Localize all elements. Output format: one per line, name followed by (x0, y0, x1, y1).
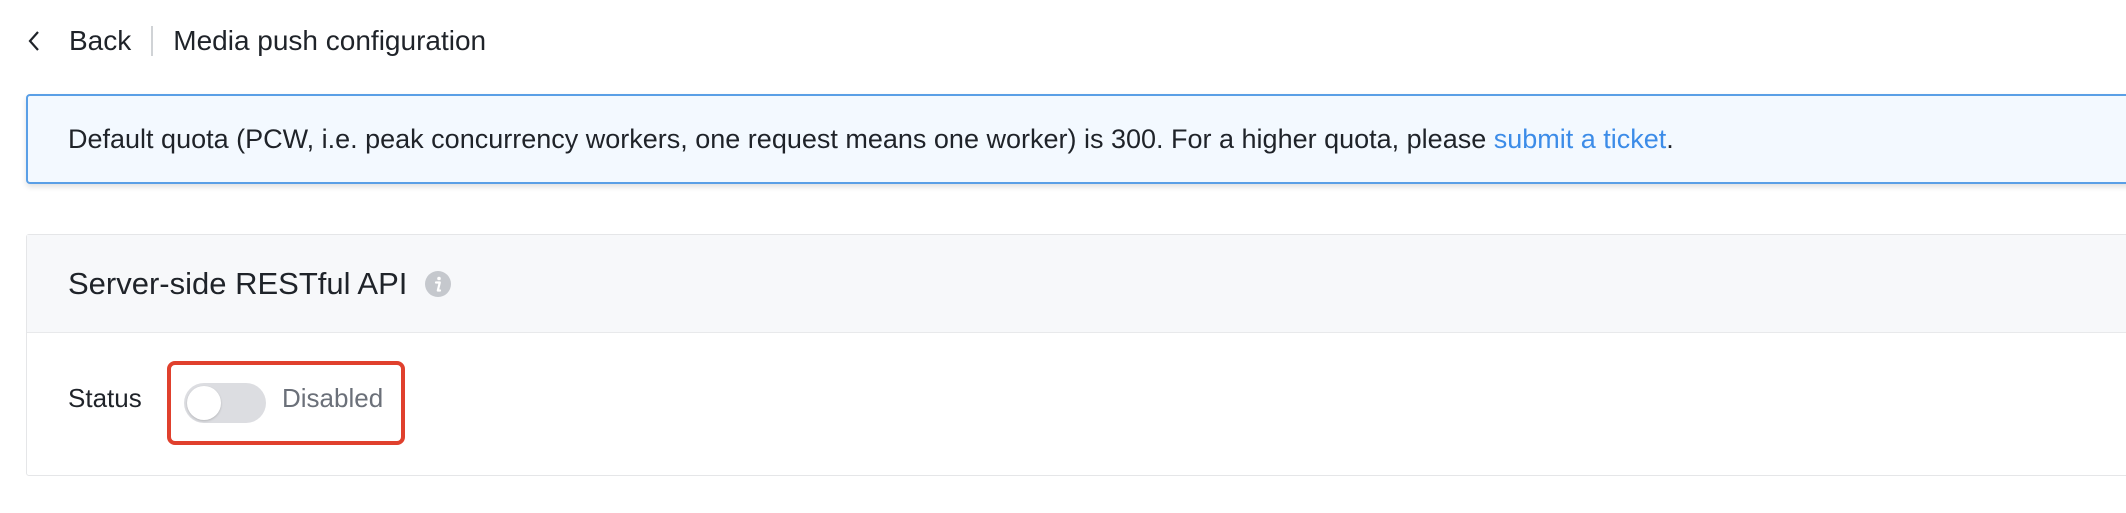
header-divider (151, 26, 154, 56)
info-icon[interactable] (425, 270, 452, 297)
notice-suffix: . (1666, 123, 1674, 154)
panel-title: Server-side RESTful API (68, 265, 408, 301)
page-title: Media push configuration (173, 25, 487, 56)
quota-notice: Default quota (PCW, i.e. peak concurrenc… (26, 94, 2126, 184)
notice-text: Default quota (PCW, i.e. peak concurrenc… (68, 124, 1674, 155)
notice-message: Default quota (PCW, i.e. peak concurrenc… (68, 123, 1494, 154)
page-header: Back Media push configuration (27, 14, 486, 68)
chevron-left-icon (27, 25, 49, 57)
restful-api-panel: Server-side RESTful API Status Disabled (26, 234, 2126, 476)
toggle-state-text: Disabled (282, 383, 384, 413)
back-label: Back (69, 25, 132, 56)
panel-body: Status Disabled (27, 333, 2126, 475)
submit-ticket-link[interactable]: submit a ticket (1494, 124, 1667, 154)
panel-header: Server-side RESTful API (27, 235, 2126, 333)
status-label: Status (68, 383, 142, 413)
toggle-knob (187, 386, 221, 420)
back-button[interactable]: Back (27, 25, 131, 57)
status-toggle[interactable] (184, 383, 266, 423)
